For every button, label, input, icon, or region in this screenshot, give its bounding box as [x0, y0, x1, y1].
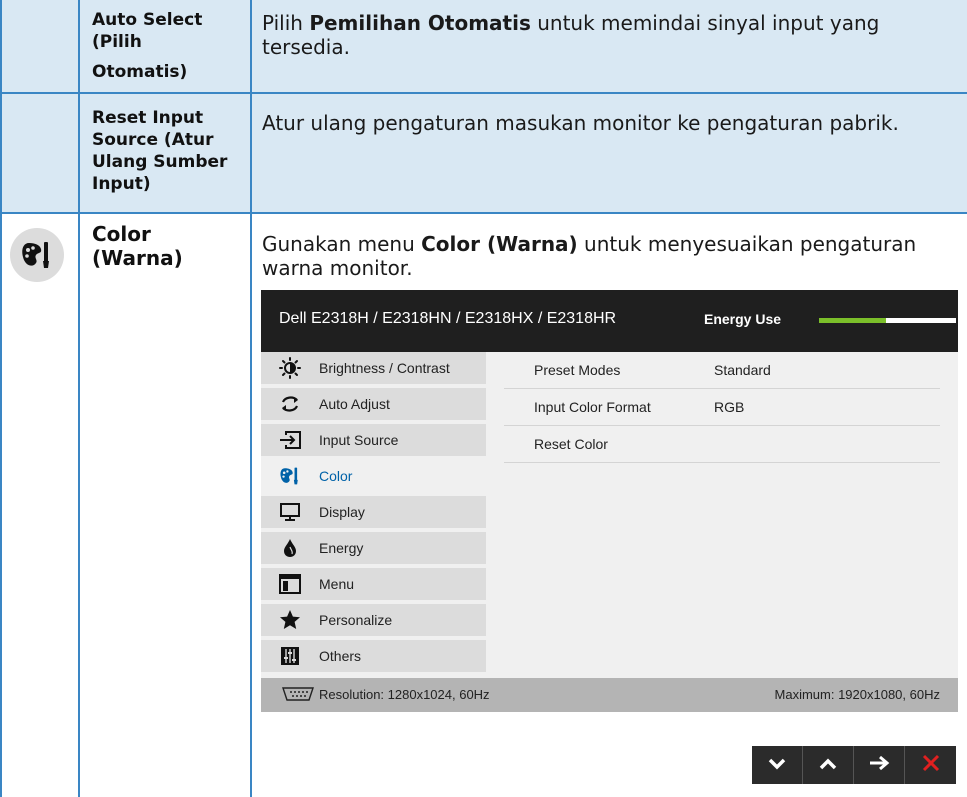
chevron-up-icon — [818, 756, 838, 775]
osd-menu-screenshot: Dell E2318H / E2318HN / E2318HX / E2318H… — [261, 290, 958, 712]
energy-use-bar — [819, 318, 956, 323]
submenu-row-input-color-format[interactable]: Input Color Format RGB — [504, 389, 940, 426]
reset-input-description: Atur ulang pengaturan masukan monitor ke… — [262, 111, 899, 135]
down-button[interactable] — [752, 746, 803, 784]
submenu-row-preset-modes[interactable]: Preset Modes Standard — [504, 352, 940, 389]
submenu-row-reset-color[interactable]: Reset Color — [504, 426, 940, 463]
auto-select-description: Pilih Pemilihan Otomatis untuk memindai … — [262, 11, 880, 59]
menu-item-label: Input Source — [319, 432, 399, 448]
osd-main-menu: Brightness / Contrast Auto Adjust Input … — [261, 352, 486, 678]
close-icon — [921, 753, 941, 777]
menu-item-label: Others — [319, 648, 362, 664]
osd-energy-label: Energy Use — [704, 311, 782, 327]
osd-model-name: Dell E2318H / E2318HN / E2318HX / E2318H… — [279, 310, 617, 327]
color-icon — [275, 465, 305, 487]
star-icon — [275, 609, 305, 631]
menu-item-personalize[interactable]: Personalize — [261, 604, 486, 638]
vga-port-icon — [281, 686, 315, 705]
reset-input-label: Reset Input Source (Atur Ulang Sumber In… — [92, 108, 228, 194]
menu-item-input-source[interactable]: Input Source — [261, 424, 486, 458]
enter-button[interactable] — [854, 746, 905, 784]
submenu-label: Preset Modes — [534, 362, 621, 378]
table-border-col1 — [78, 0, 80, 797]
menu-item-label: Display — [319, 504, 365, 520]
osd-footer: Resolution: 1280x1024, 60Hz Maximum: 192… — [261, 678, 958, 712]
color-description: Gunakan menu Color (Warna) untuk menyesu… — [262, 232, 917, 280]
table-divider-2 — [0, 212, 967, 214]
menu-item-display[interactable]: Display — [261, 496, 486, 530]
menu-item-brightness-contrast[interactable]: Brightness / Contrast — [261, 352, 486, 386]
exit-button[interactable] — [905, 746, 956, 784]
menu-item-auto-adjust[interactable]: Auto Adjust — [261, 388, 486, 422]
menu-item-label: Auto Adjust — [319, 396, 390, 412]
menu-item-label: Personalize — [319, 612, 393, 628]
osd-color-submenu: Preset Modes Standard Input Color Format… — [486, 352, 958, 678]
submenu-label: Reset Color — [534, 436, 608, 452]
submenu-value: Standard — [714, 362, 771, 378]
menu-item-others[interactable]: Others — [261, 640, 486, 674]
osd-header: Dell E2318H / E2318HN / E2318HX / E2318H… — [261, 290, 958, 352]
menu-item-label: Color — [319, 468, 353, 484]
brightness-icon — [275, 357, 305, 379]
submenu-label: Input Color Format — [534, 399, 651, 415]
others-icon — [275, 645, 305, 667]
input-source-icon — [275, 429, 305, 451]
menu-item-label: Energy — [319, 540, 364, 556]
energy-icon — [275, 537, 305, 559]
menu-item-label: Brightness / Contrast — [319, 360, 450, 376]
table-divider-1 — [0, 92, 967, 94]
auto-select-label: Auto Select (Pilih Otomatis) — [92, 10, 203, 82]
menu-item-label: Menu — [319, 576, 355, 592]
table-border-col2 — [250, 0, 252, 797]
auto-adjust-icon — [275, 393, 305, 415]
menu-icon — [275, 573, 305, 595]
footer-resolution: Resolution: 1280x1024, 60Hz — [319, 687, 490, 702]
up-button[interactable] — [803, 746, 854, 784]
osd-body: Brightness / Contrast Auto Adjust Input … — [261, 352, 958, 678]
submenu-value: RGB — [714, 399, 745, 415]
arrow-right-icon — [868, 755, 890, 775]
chevron-down-icon — [767, 756, 787, 775]
menu-item-color[interactable]: Color — [261, 460, 486, 494]
energy-use-fill — [819, 318, 887, 323]
menu-item-menu[interactable]: Menu — [261, 568, 486, 602]
menu-item-energy[interactable]: Energy — [261, 532, 486, 566]
color-label: Color (Warna) — [92, 222, 183, 270]
table-border-left — [0, 0, 2, 797]
osd-navigation-buttons — [752, 746, 956, 784]
display-icon — [275, 501, 305, 523]
footer-maximum: Maximum: 1920x1080, 60Hz — [774, 687, 940, 702]
color-palette-icon — [10, 228, 64, 282]
